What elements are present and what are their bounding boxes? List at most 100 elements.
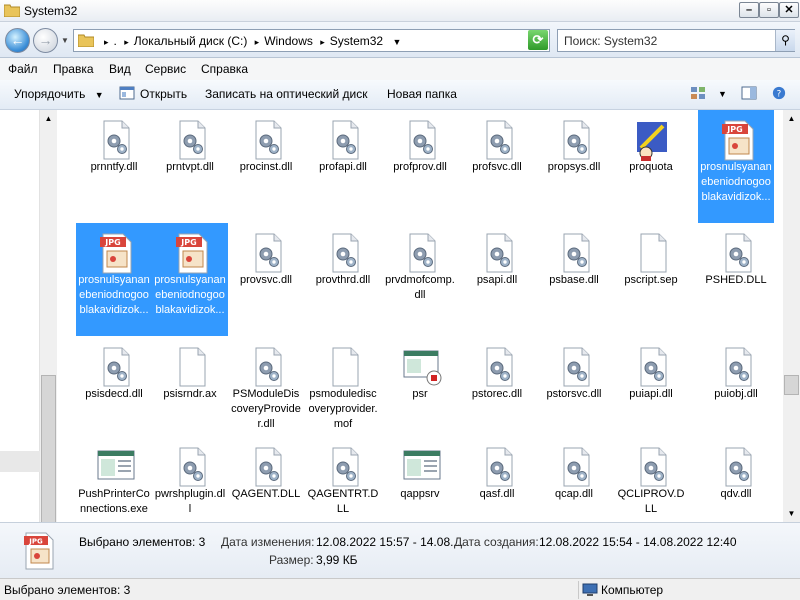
navigation-pane[interactable] — [0, 110, 40, 522]
file-item[interactable]: QAGENT.DLL — [228, 437, 304, 513]
file-item[interactable]: propsys.dll — [536, 110, 612, 186]
view-options-icon[interactable] — [690, 86, 706, 100]
file-item[interactable]: pscript.sep — [613, 223, 689, 299]
breadcrumb-item-system32[interactable]: System32 — [330, 34, 383, 48]
file-name: QCLIPROV.DLL — [617, 488, 685, 515]
command-bar: Упорядочить ▼ Открыть Записать на оптиче… — [0, 80, 800, 110]
file-name: pwrshplugin.dll — [154, 488, 226, 515]
menu-edit[interactable]: Правка — [53, 62, 94, 76]
file-item[interactable]: proquota — [613, 110, 689, 186]
dll-gear-icon — [325, 231, 365, 275]
menu-tools[interactable]: Сервис — [145, 62, 186, 76]
file-name: prvdmofcomp.dll — [385, 274, 455, 301]
file-name: qappsrv — [400, 488, 440, 500]
file-item[interactable]: puiapi.dll — [613, 337, 689, 413]
file-item[interactable]: prntvpt.dll — [152, 110, 228, 186]
file-view-scrollbar[interactable]: ▲ ▼ — [783, 110, 800, 522]
navigation-scrollbar[interactable]: ▲ — [40, 110, 57, 562]
scroll-down-arrow-icon[interactable]: ▼ — [785, 507, 798, 520]
file-item[interactable]: profapi.dll — [305, 110, 381, 186]
file-item[interactable]: qasf.dll — [459, 437, 535, 513]
file-item[interactable]: qcap.dll — [536, 437, 612, 513]
file-item[interactable]: PSHED.DLL — [698, 223, 774, 299]
minimize-button[interactable]: – — [739, 2, 759, 18]
quota-app-icon — [633, 118, 673, 162]
file-item[interactable]: provsvc.dll — [228, 223, 304, 299]
breadcrumb-item-windows[interactable]: Windows — [264, 34, 313, 48]
file-item[interactable]: QAGENTRT.DLL — [305, 437, 381, 515]
search-icon[interactable]: ⚲ — [775, 30, 795, 51]
forward-button[interactable]: → — [33, 28, 58, 53]
file-item[interactable]: JPG prosnulsyananebeniodnogooblakavidizok… — [76, 223, 152, 336]
chevron-right-icon[interactable]: ▸ — [124, 37, 129, 47]
file-item[interactable]: psapi.dll — [459, 223, 535, 299]
dll-gear-icon — [633, 345, 673, 389]
address-box[interactable]: ▸. ▸ Локальный диск (C:) ▸ Windows ▸ System… — [73, 29, 550, 52]
menu-view[interactable]: Вид — [109, 62, 131, 76]
file-item[interactable]: procinst.dll — [228, 110, 304, 186]
recent-pages-chevron-icon[interactable]: ▼ — [61, 36, 69, 45]
size-label: Размер: — [269, 553, 314, 567]
file-item[interactable]: qdv.dll — [698, 437, 774, 513]
refresh-button[interactable]: ⟳ — [528, 30, 548, 50]
open-button[interactable]: Открыть — [140, 87, 187, 101]
breadcrumb-item-disk[interactable]: Локальный диск (C:) — [134, 34, 248, 48]
breadcrumb-more[interactable]: . — [114, 34, 117, 48]
chevron-right-icon[interactable]: ▸ — [104, 37, 109, 47]
chevron-down-icon[interactable]: ▼ — [392, 37, 401, 47]
chevron-right-icon[interactable]: ▸ — [255, 37, 260, 47]
scroll-up-arrow-icon[interactable]: ▲ — [42, 112, 55, 125]
file-item[interactable]: psisrndr.ax — [152, 337, 228, 413]
file-item[interactable]: JPG prosnulsyananebeniodnogooblakavidizok… — [152, 223, 228, 336]
file-name: procinst.dll — [239, 161, 293, 173]
file-item[interactable]: psr — [382, 337, 458, 413]
file-name: profapi.dll — [319, 161, 367, 173]
file-item[interactable]: JPG prosnulsyananebeniodnogooblakavidizok… — [698, 110, 774, 223]
file-item[interactable]: pwrshplugin.dll — [152, 437, 228, 515]
maximize-button[interactable]: ▫ — [759, 2, 779, 18]
navigation-pane-selected-item[interactable] — [0, 451, 40, 472]
file-name: proquota — [629, 161, 673, 173]
file-name: profsvc.dll — [472, 161, 522, 173]
file-item[interactable]: psbase.dll — [536, 223, 612, 299]
close-button[interactable]: ✕ — [779, 2, 799, 18]
file-item[interactable]: provthrd.dll — [305, 223, 381, 299]
file-name: puiapi.dll — [629, 388, 673, 400]
file-item[interactable]: pstorsvc.dll — [536, 337, 612, 413]
file-item[interactable]: profsvc.dll — [459, 110, 535, 186]
file-item[interactable]: PushPrinterConnections.exe — [76, 437, 152, 515]
file-item[interactable]: prnntfy.dll — [76, 110, 152, 186]
file-name: qdv.dll — [720, 488, 752, 500]
menu-help[interactable]: Справка — [201, 62, 248, 76]
dll-gear-icon — [402, 231, 442, 275]
scroll-up-arrow-icon[interactable]: ▲ — [785, 112, 798, 125]
file-item[interactable]: qappsrv — [382, 437, 458, 513]
file-item[interactable]: QCLIPROV.DLL — [613, 437, 689, 515]
file-item[interactable]: psmodulediscoveryprovider.mof — [305, 337, 381, 430]
menu-file[interactable]: Файл — [8, 62, 38, 76]
file-name: prnntfy.dll — [90, 161, 138, 173]
status-location: Компьютер — [601, 583, 664, 597]
file-item[interactable]: profprov.dll — [382, 110, 458, 186]
view-chevron-down-icon[interactable]: ▼ — [718, 89, 727, 99]
file-item[interactable]: psisdecd.dll — [76, 337, 152, 413]
preview-pane-icon[interactable] — [741, 86, 757, 100]
dll-gear-icon — [479, 231, 519, 275]
file-view-scroll-thumb[interactable] — [784, 375, 799, 395]
chevron-right-icon[interactable]: ▸ — [320, 37, 325, 47]
organize-button[interactable]: Упорядочить ▼ — [14, 87, 104, 101]
modified-value: 12.08.2022 15:57 - 14.08.... — [316, 535, 464, 549]
window-title: System32 — [24, 4, 78, 18]
file-item[interactable]: prvdmofcomp.dll — [382, 223, 458, 301]
back-button[interactable]: ← — [5, 28, 30, 53]
new-folder-button[interactable]: Новая папка — [387, 87, 457, 101]
help-icon[interactable]: ? — [771, 86, 787, 100]
file-name: provsvc.dll — [240, 274, 292, 286]
file-item[interactable]: PSModuleDiscoveryProvider.dll — [228, 337, 304, 430]
file-name: PSHED.DLL — [705, 274, 767, 286]
burn-disc-button[interactable]: Записать на оптический диск — [205, 87, 368, 101]
blank-file-icon — [633, 231, 673, 275]
file-item[interactable]: pstorec.dll — [459, 337, 535, 413]
file-item[interactable]: puiobj.dll — [698, 337, 774, 413]
search-input[interactable]: Поиск: System32 ⚲ — [557, 29, 795, 52]
